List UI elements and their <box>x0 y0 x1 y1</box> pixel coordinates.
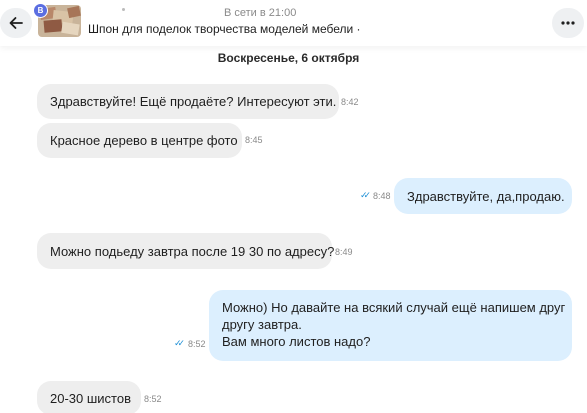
chat-title[interactable]: Шпон для поделок творчества моделей мебе… <box>88 22 361 36</box>
message-line: другу завтра. <box>222 317 302 332</box>
message-text: 20-30 шистов <box>50 390 131 406</box>
message-text: Красное дерево в центре фото <box>50 133 238 148</box>
message-time: 8:49 <box>335 247 353 257</box>
chat-title-suffix: · <box>353 22 361 36</box>
message-text: Здравствуйте, да,продаю. <box>407 188 565 204</box>
outgoing-message[interactable]: Здравствуйте, да,продаю. <box>394 178 572 214</box>
message-time: 8:52 <box>144 394 162 404</box>
incoming-message[interactable]: Здравствуйте! Ещё продаёте? Интересуют э… <box>37 84 339 119</box>
chat-title-text: Шпон для поделок творчества моделей мебе… <box>88 22 354 36</box>
message-time: 8:42 <box>341 97 359 107</box>
message-time: 8:45 <box>245 135 263 145</box>
more-horizontal-icon <box>561 21 575 25</box>
chat-header: B В сети в 21:00 Шпон для поделок творче… <box>0 0 587 46</box>
message-line: Вам много листов надо? <box>222 334 371 349</box>
avatar-badge: B <box>33 3 48 18</box>
incoming-message[interactable]: 20-30 шистов <box>37 381 141 413</box>
message-time: 8:52 <box>188 339 206 349</box>
back-button[interactable] <box>0 8 32 38</box>
message-text: Можно подьеду завтра после 19 30 по адре… <box>50 243 335 259</box>
online-status: В сети в 21:00 <box>224 7 297 19</box>
message-text: Здравствуйте! Ещё продаёте? Интересуют э… <box>50 94 337 109</box>
date-separator: Воскресенье, 6 октября <box>217 51 360 65</box>
incoming-message[interactable]: Можно подьеду завтра после 19 30 по адре… <box>37 233 335 269</box>
message-line: Можно) Но давайте на всякий случай ещё н… <box>222 300 566 315</box>
arrow-left-icon <box>9 17 23 29</box>
incoming-message[interactable]: Красное дерево в центре фото <box>37 123 242 158</box>
read-checkmark-icon: ✓✓ <box>174 338 185 348</box>
message-time: 8:48 <box>373 191 391 201</box>
title-dot <box>122 8 125 11</box>
outgoing-message[interactable]: Можно) Но давайте на всякий случай ещё н… <box>209 290 572 361</box>
more-button[interactable] <box>552 8 584 38</box>
read-checkmark-icon: ✓✓ <box>360 190 371 200</box>
